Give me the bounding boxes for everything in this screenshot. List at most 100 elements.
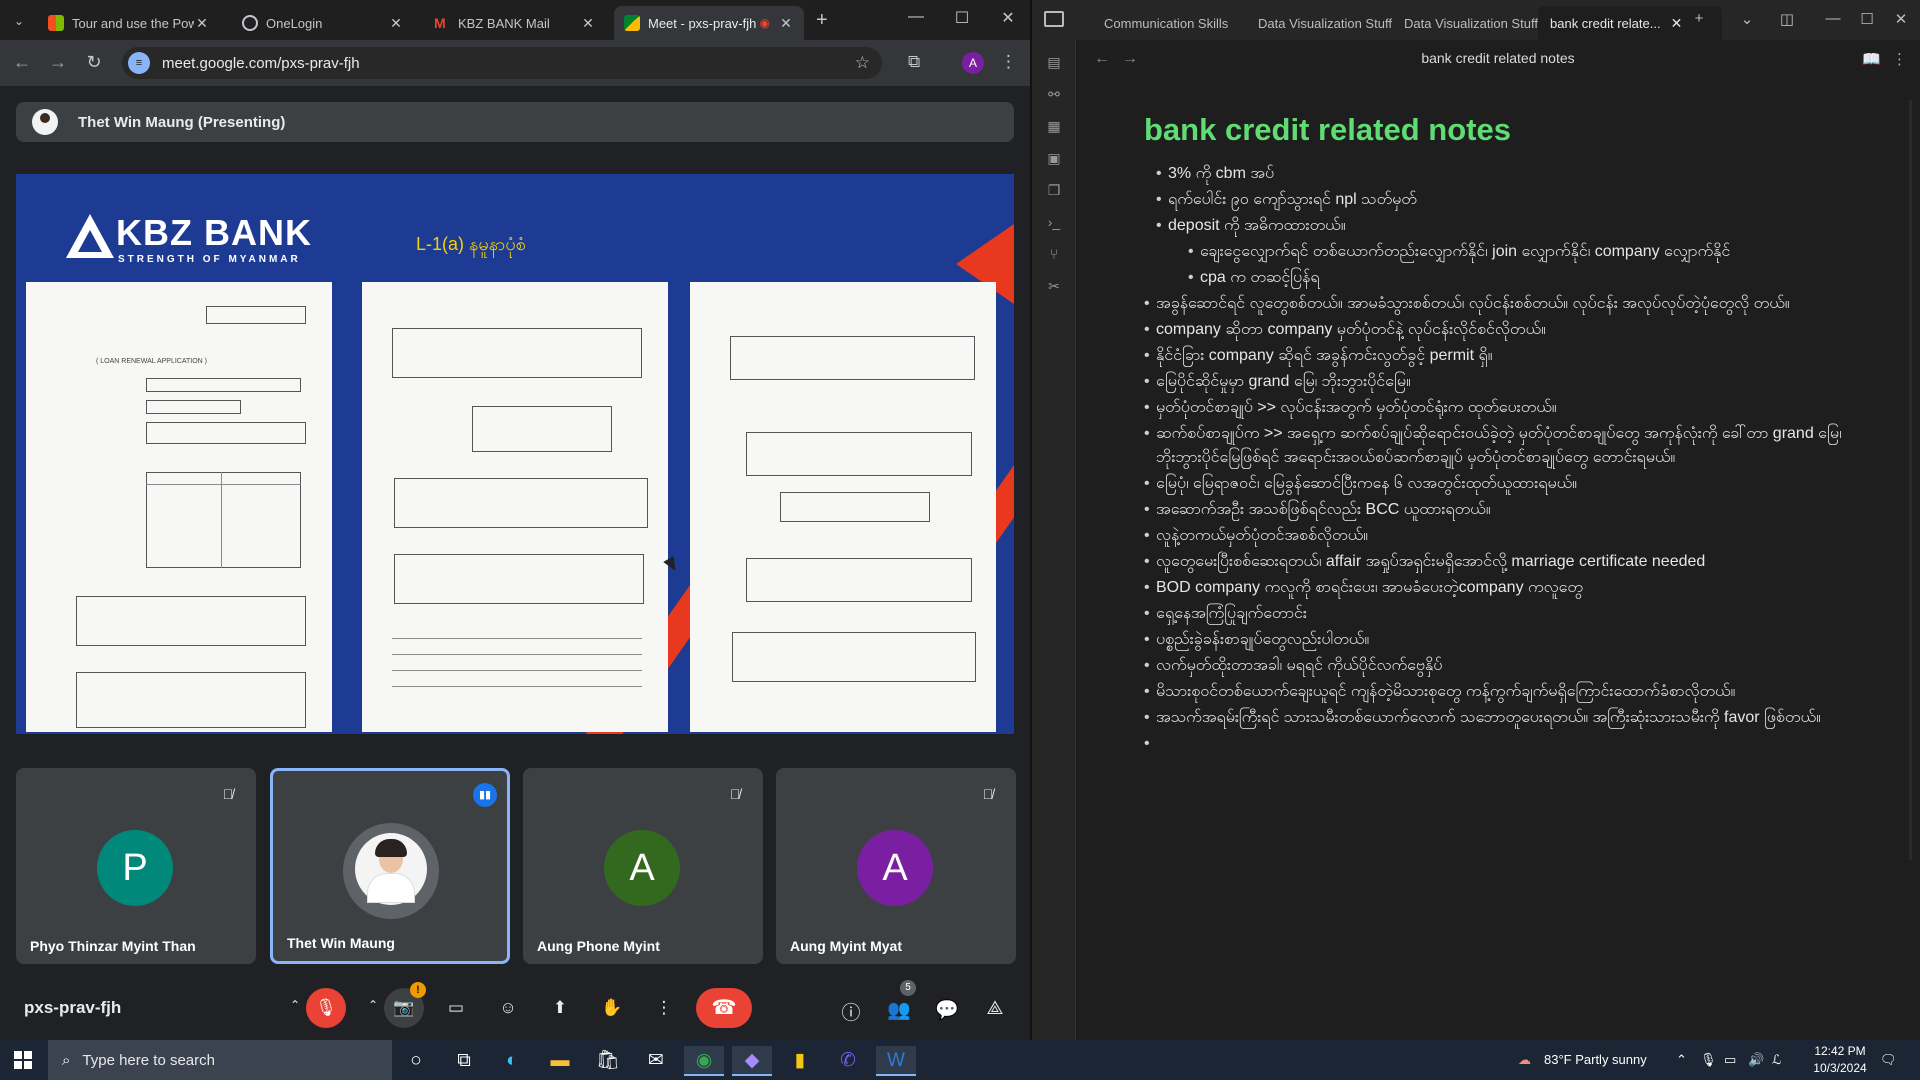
git-icon[interactable]: ⑂	[1044, 244, 1064, 264]
forward-button[interactable]: →	[46, 52, 70, 73]
notifications-icon[interactable]: 🗨	[1880, 1040, 1897, 1080]
close-window-button[interactable]: ✕	[1886, 10, 1916, 28]
close-icon[interactable]: ✕	[778, 15, 794, 32]
tab-list-chevron-icon[interactable]: ⌄	[1732, 10, 1762, 28]
tab-search-button[interactable]: ⌄	[8, 10, 30, 32]
close-icon[interactable]: ✕	[1671, 15, 1683, 32]
viber-icon[interactable]: ✆	[828, 1046, 868, 1076]
participant-tile[interactable]: A 🎙̸ Aung Myint Myat	[776, 768, 1016, 964]
volume-icon[interactable]: 🔊	[1748, 1040, 1764, 1080]
note-bullet-item[interactable]: company ဆိုတာ company မှတ်ပုံတင်နဲ့ လုပ်…	[1144, 318, 1884, 342]
note-bullet-item[interactable]: BOD company ကလူကို စာရင်းပေး၊ အာမခံပေးတဲ…	[1144, 576, 1884, 600]
meeting-info-icon[interactable]: ⓘ	[838, 998, 864, 1025]
video-options-chevron-icon[interactable]: ⌃	[368, 998, 378, 1012]
microphone-icon[interactable]: 🎙	[1700, 1040, 1717, 1080]
note-bullet-item[interactable]: ရက်ပေါင်း ၉၀ ကျော်သွားရင် npl သတ်မှတ်	[1156, 188, 1884, 212]
note-bullet-item[interactable]: အသက်အရမ်းကြီးရင် သားသမီးတစ်ယောက်လောက် သဘ…	[1144, 706, 1884, 730]
calendar-icon[interactable]: ▣	[1044, 148, 1064, 168]
participant-tile[interactable]: P 🎙̸ Phyo Thinzar Myint Than	[16, 768, 256, 964]
language-icon[interactable]: ℒ	[1772, 1040, 1781, 1080]
raise-hand-button[interactable]: ✋	[592, 988, 632, 1028]
profile-avatar[interactable]: A	[962, 52, 984, 74]
split-view-icon[interactable]: ◫	[1772, 10, 1802, 28]
present-screen-button[interactable]: ⬆	[540, 988, 580, 1028]
reading-view-icon[interactable]: 📖	[1862, 50, 1881, 68]
notes-app-icon[interactable]: ◆	[732, 1046, 772, 1076]
chat-icon[interactable]: 💬	[934, 998, 960, 1022]
bookmark-star-icon[interactable]: ☆	[855, 53, 870, 73]
back-button[interactable]: ←	[10, 52, 34, 73]
power-bi-icon[interactable]: ▮	[780, 1046, 820, 1076]
note-bullet-item[interactable]: မိသားစုဝင်တစ်ယောက်ချေးယူရင် ကျန်တဲ့မိသား…	[1144, 680, 1884, 704]
mic-toggle-button[interactable]: 🎙	[306, 988, 346, 1028]
note-menu-icon[interactable]: ⋮	[1892, 50, 1907, 68]
maximize-button[interactable]: ☐	[1852, 10, 1882, 28]
note-editor[interactable]: bank credit related notes 3% ကို cbm အပ်…	[1144, 112, 1884, 1012]
close-icon[interactable]: ✕	[194, 15, 210, 32]
note-bullet-item[interactable]: နိုင်ငံခြား company ဆိုရင် အခွန်ကင်းလွတ်…	[1144, 344, 1884, 368]
weather-text[interactable]: 83°F Partly sunny	[1544, 1040, 1647, 1080]
note-bullet-item[interactable]: ရှေ့နေအကြံပြုချက်တောင်း	[1144, 602, 1884, 626]
tab-powerapps[interactable]: Tour and use the Power ✕	[38, 6, 220, 40]
word-icon[interactable]: W	[876, 1046, 916, 1076]
weather-icon[interactable]: ☁	[1518, 1040, 1531, 1080]
captions-button[interactable]: ▭	[436, 988, 476, 1028]
network-icon[interactable]: ▭	[1724, 1040, 1736, 1080]
participant-tile[interactable]: A 🎙̸ Aung Phone Myint	[523, 768, 763, 964]
leave-call-button[interactable]: ☎	[696, 988, 752, 1028]
browser-menu-icon[interactable]: ⋮	[1000, 52, 1017, 72]
tab-meet[interactable]: Meet - pxs-prav-fjh ◉ ✕	[614, 6, 804, 40]
tab-onelogin[interactable]: OneLogin ✕	[232, 6, 414, 40]
scrollbar[interactable]	[1909, 100, 1912, 860]
canvas-icon[interactable]: ▦	[1044, 116, 1064, 136]
note-bullet-item[interactable]: ဆက်စပ်စာချုပ်က >> အရှေ့က ဆက်စပ်ချုပ်ဆိုရ…	[1144, 422, 1884, 470]
file-explorer-icon[interactable]: ▬	[540, 1046, 580, 1076]
notes-tab[interactable]: Data Visualization Stuff	[1246, 6, 1404, 40]
close-icon[interactable]: ✕	[580, 15, 596, 32]
files-icon[interactable]: ▤	[1044, 52, 1064, 72]
note-bullet-item[interactable]: cpa က တဆင့်ပြန်ရ	[1188, 266, 1884, 290]
people-icon[interactable]: 👥	[886, 998, 912, 1022]
reload-button[interactable]: ↻	[82, 52, 106, 73]
close-icon[interactable]: ✕	[388, 15, 404, 32]
extensions-icon[interactable]: ⧉	[908, 52, 920, 72]
minimize-button[interactable]: —	[896, 8, 936, 26]
notes-tab[interactable]: Data Visualization Stuff	[1392, 6, 1550, 40]
mail-icon[interactable]: ✉	[636, 1046, 676, 1076]
note-bullet-item[interactable]: လက်မှတ်ထိုးတာအခါ၊ မရရင် ကိုယ်ပိုင်လက်ဗွေ…	[1144, 654, 1884, 678]
sidebar-toggle-icon[interactable]	[1044, 11, 1064, 27]
chrome-icon[interactable]: ◉	[684, 1046, 724, 1076]
note-bullet-item[interactable]: လူတွေမေးပြီးစစ်ဆေးရတယ်၊ affair အရှုပ်အရှ…	[1144, 550, 1884, 574]
close-window-button[interactable]: ✕	[988, 8, 1028, 28]
note-bullet-item[interactable]: အခွန်ဆောင်ရင် လူတွေစစ်တယ်။ အာမခံသွားစစ်တ…	[1144, 292, 1884, 316]
tools-icon[interactable]: ✂	[1044, 276, 1064, 296]
cortana-icon[interactable]: ○	[396, 1046, 436, 1076]
tray-chevron-icon[interactable]: ⌃	[1676, 1040, 1687, 1080]
new-tab-button[interactable]: +	[816, 9, 828, 32]
site-info-icon[interactable]: ≡	[128, 52, 150, 74]
participant-tile[interactable]: ▮▮ Thet Win Maung	[270, 768, 510, 964]
more-options-button[interactable]: ⋮	[644, 988, 684, 1028]
note-bullet-item[interactable]: ချေးငွေလျှောက်ရင် တစ်ယောက်တည်းလျှောက်နို…	[1188, 240, 1884, 264]
note-bullet-item[interactable]: ပစ္စည်းခွဲခန်းစာချုပ်တွေလည်းပါတယ်။	[1144, 628, 1884, 652]
taskbar-clock[interactable]: 12:42 PM 10/3/2024	[1810, 1043, 1870, 1077]
copy-icon[interactable]: ❐	[1044, 180, 1064, 200]
graph-icon[interactable]: ⚯	[1044, 84, 1064, 104]
activities-icon[interactable]: ⟁	[982, 998, 1008, 1020]
note-bullet-item[interactable]: မြေပုံ၊ မြေရာဇဝင်၊ မြေခွန်ဆောင်ပြီးကနေ ၆…	[1144, 472, 1884, 496]
audio-options-chevron-icon[interactable]: ⌃	[290, 998, 300, 1012]
note-bullet-item[interactable]: မှတ်ပုံတင်စာချုပ် >> လုပ်ငန်းအတွက် မှတ်ပ…	[1144, 396, 1884, 420]
minimize-button[interactable]: —	[1818, 10, 1848, 27]
store-icon[interactable]: 🛍	[588, 1046, 628, 1076]
tab-kbz-mail[interactable]: M KBZ BANK Mail ✕	[424, 6, 606, 40]
reactions-button[interactable]: ☺	[488, 988, 528, 1028]
note-bullet-item[interactable]: လူနဲ့တကယ်မှတ်ပုံတင်အစစ်လိုတယ်။	[1144, 524, 1884, 548]
task-view-icon[interactable]: ⧉	[444, 1046, 484, 1076]
edge-icon[interactable]: ◐	[492, 1046, 532, 1076]
note-bullet-item[interactable]: မြေပိုင်ဆိုင်မှုမှာ grand မြေ၊ ဘိုးဘွားပ…	[1144, 370, 1884, 394]
new-note-tab-button[interactable]: +	[1684, 10, 1714, 27]
taskbar-search[interactable]: ⌕ Type here to search	[48, 1040, 392, 1080]
note-bullet-item[interactable]: deposit ကို အဓိကထားတယ်။	[1156, 214, 1884, 238]
note-bullet-item[interactable]: 3% ကို cbm အပ်	[1156, 162, 1884, 186]
note-bullet-item[interactable]: အဆောက်အဦး အသစ်ဖြစ်ရင်လည်း BCC ယူထားရတယ်။	[1144, 498, 1884, 522]
